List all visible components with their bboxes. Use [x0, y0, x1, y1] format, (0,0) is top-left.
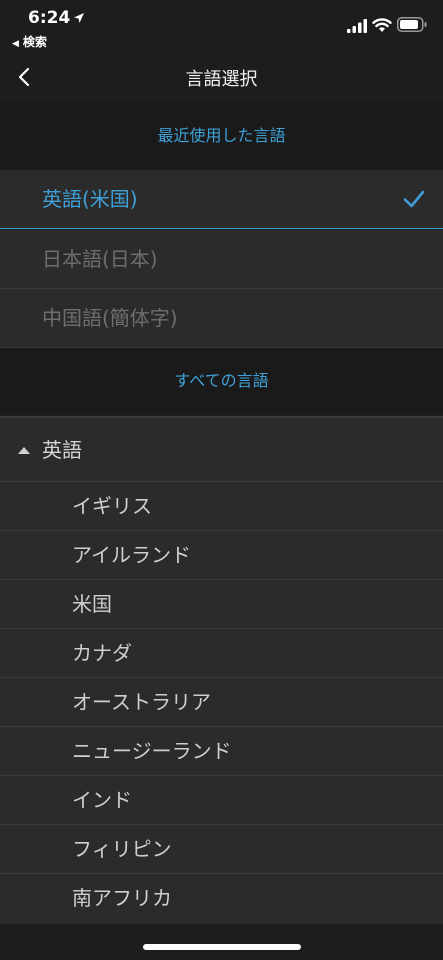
country-item[interactable]: 米国: [0, 580, 443, 629]
country-item[interactable]: オーストラリア: [0, 678, 443, 727]
recent-language-label: 英語(米国): [42, 187, 138, 211]
recent-language-item[interactable]: 英語(米国): [0, 170, 443, 229]
status-bar: 6:24 ◀ 検索: [0, 0, 443, 52]
page-title: 言語選択: [185, 69, 258, 90]
back-app-label: 検索: [22, 35, 47, 49]
recent-language-item[interactable]: 中国語(簡体字): [0, 289, 443, 348]
recent-language-label: 日本語(日本): [42, 247, 158, 271]
recent-languages-header: 最近使用した言語: [0, 102, 443, 170]
recent-language-item[interactable]: 日本語(日本): [0, 230, 443, 289]
caret-up-icon: [18, 447, 30, 454]
cellular-signal-icon: [347, 19, 367, 33]
home-indicator[interactable]: [143, 944, 301, 950]
all-languages-header: すべての言語: [0, 348, 443, 414]
country-item[interactable]: 南アフリカ: [0, 874, 443, 924]
wifi-icon: [372, 18, 392, 32]
home-indicator-area: [0, 924, 443, 960]
country-item[interactable]: インド: [0, 776, 443, 825]
country-item[interactable]: アイルランド: [0, 531, 443, 580]
checkmark-icon: [403, 190, 425, 208]
back-to-app-link[interactable]: ◀ 検索: [12, 33, 47, 50]
country-item[interactable]: ニュージーランド: [0, 727, 443, 776]
back-triangle-icon: ◀: [12, 39, 19, 49]
battery-icon: [397, 17, 427, 32]
recent-language-label: 中国語(簡体字): [42, 306, 178, 330]
language-group-english[interactable]: 英語: [0, 416, 443, 482]
country-item[interactable]: カナダ: [0, 629, 443, 678]
location-arrow-icon: [74, 13, 84, 23]
navigation-bar: 言語選択: [0, 52, 443, 102]
status-time: 6:24: [28, 8, 71, 28]
country-item[interactable]: フィリピン: [0, 825, 443, 874]
language-group-label: 英語: [42, 438, 82, 462]
country-item[interactable]: イギリス: [0, 482, 443, 531]
